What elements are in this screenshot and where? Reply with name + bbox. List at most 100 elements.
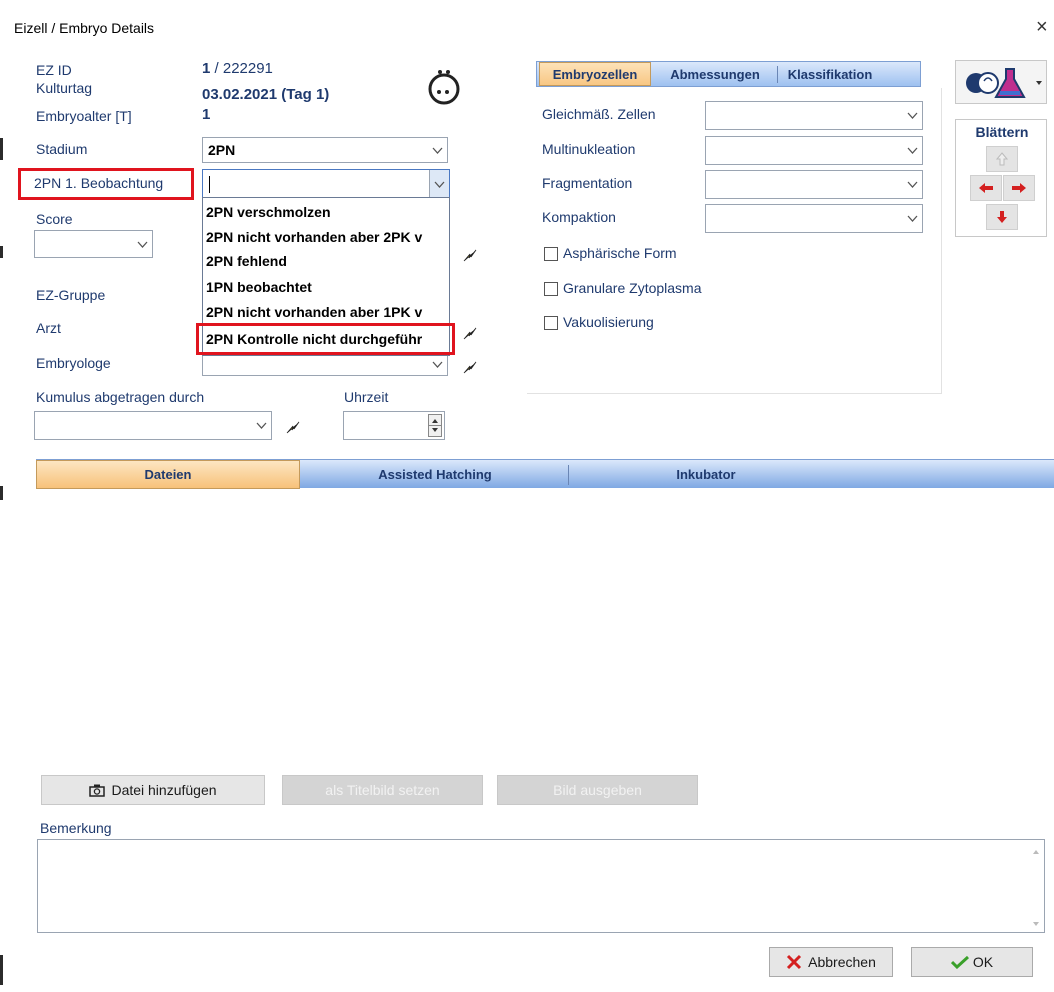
lightning-icon[interactable] [284, 418, 302, 436]
granulare-label: Granulare Zytoplasma [563, 280, 702, 296]
ez-id-rest: / 222291 [210, 60, 273, 77]
couple-icon [966, 72, 999, 94]
add-file-label: Datei hinzufügen [111, 782, 217, 798]
edge-mark [0, 138, 3, 160]
bemerkung-textarea[interactable] [37, 839, 1045, 933]
arzt-label: Arzt [36, 320, 61, 336]
stadium-label: Stadium [36, 141, 88, 157]
lightning-icon[interactable] [461, 324, 479, 342]
navigation-panel: Blättern [955, 119, 1047, 237]
asphaerische-checkbox[interactable] [544, 247, 558, 261]
kumulus-label: Kumulus abgetragen durch [36, 389, 205, 405]
bemerkung-label: Bemerkung [40, 820, 112, 836]
set-title-image-label: als Titelbild setzen [325, 782, 440, 798]
nav-right-button[interactable] [1003, 175, 1035, 201]
kulturtag-label: Kulturtag [36, 80, 93, 96]
stadium-value: 2PN [208, 142, 236, 158]
spin-arrows-icon[interactable] [429, 415, 441, 436]
flask-icon [994, 68, 1026, 98]
arrow-up-icon [996, 152, 1008, 166]
dropdown-option[interactable]: 1PN beobachtet [206, 279, 448, 295]
embryozellen-panel [527, 88, 942, 394]
edge-mark [0, 246, 3, 258]
cancel-label: Abbrechen [808, 954, 876, 970]
fragmentation-label: Fragmentation [542, 175, 633, 191]
nav-up-button[interactable] [986, 146, 1018, 172]
vakuolisierung-checkbox[interactable] [544, 316, 558, 330]
bottom-tabs: Dateien Assisted Hatching Inkubator [36, 459, 1054, 489]
embryo-tabs: Embryozellen Abmessungen Klassifikation [536, 61, 921, 87]
window-title: Eizell / Embryo Details [14, 20, 155, 36]
close-icon [787, 954, 802, 970]
kompaktion-select[interactable] [705, 204, 923, 233]
chevron-down-icon[interactable] [427, 138, 447, 162]
embryo-details-window: Eizell / Embryo Details × EZ ID 1 / 2222… [0, 0, 1054, 992]
chevron-down-icon[interactable] [429, 170, 449, 198]
scrollbar[interactable] [1030, 848, 1042, 928]
dropdown-option[interactable]: 2PN verschmolzen [206, 204, 448, 220]
arrow-down-icon [997, 211, 1007, 223]
navigation-title: Blättern [975, 124, 1029, 140]
edge-mark [0, 486, 3, 500]
ez-id-value: 1 / 222291 [202, 60, 273, 77]
tab-divider [568, 465, 569, 485]
ez-id-label: EZ ID [36, 62, 72, 78]
kompaktion-label: Kompaktion [542, 209, 616, 225]
close-icon[interactable]: × [1036, 16, 1048, 39]
multinukleation-label: Multinukleation [542, 141, 636, 157]
ok-label: OK [972, 954, 994, 970]
fragmentation-select[interactable] [705, 170, 923, 199]
tab-assisted-hatching[interactable]: Assisted Hatching [302, 460, 568, 489]
uhrzeit-input[interactable] [343, 411, 445, 440]
uhrzeit-spinner[interactable] [428, 414, 442, 437]
embryoalter-label: Embryoalter [T] [36, 108, 132, 124]
tab-divider [777, 66, 778, 83]
score-select[interactable] [34, 230, 153, 258]
lightning-icon[interactable] [461, 358, 479, 376]
chevron-down-icon[interactable] [251, 412, 271, 439]
gleichmass-select[interactable] [705, 101, 923, 130]
dropdown-option[interactable]: 2PN fehlend [206, 253, 448, 269]
nav-down-button[interactable] [986, 204, 1018, 230]
tab-abmessungen[interactable]: Abmessungen [655, 62, 775, 86]
granulare-checkbox[interactable] [544, 282, 558, 296]
ok-button[interactable]: OK [911, 947, 1033, 977]
vakuolisierung-label: Vakuolisierung [563, 314, 654, 330]
ez-gruppe-label: EZ-Gruppe [36, 287, 106, 303]
uhrzeit-label: Uhrzeit [344, 389, 389, 405]
chevron-down-icon[interactable] [902, 205, 922, 232]
score-label: Score [36, 211, 73, 227]
tab-dateien[interactable]: Dateien [36, 460, 300, 489]
highlight-box [196, 323, 455, 355]
export-image-label: Bild ausgeben [553, 782, 642, 798]
chevron-down-icon[interactable] [427, 353, 447, 375]
cancel-button[interactable]: Abbrechen [769, 947, 893, 977]
beobachtung-label: 2PN 1. Beobachtung [34, 175, 164, 191]
patient-lab-button[interactable] [955, 60, 1047, 104]
camera-icon [89, 784, 106, 797]
nav-left-button[interactable] [970, 175, 1002, 201]
chevron-down-icon [1036, 81, 1042, 85]
chevron-down-icon[interactable] [902, 137, 922, 164]
kumulus-select[interactable] [34, 411, 272, 440]
set-title-image-button[interactable]: als Titelbild setzen [282, 775, 483, 805]
arrow-left-icon [979, 183, 993, 193]
beobachtung-select[interactable] [202, 169, 450, 199]
lightning-icon[interactable] [461, 246, 479, 264]
tab-embryozellen[interactable]: Embryozellen [539, 62, 651, 86]
tab-klassifikation[interactable]: Klassifikation [779, 62, 881, 86]
embryoalter-value: 1 [202, 106, 211, 123]
multinukleation-select[interactable] [705, 136, 923, 165]
export-image-button[interactable]: Bild ausgeben [497, 775, 698, 805]
stadium-select[interactable]: 2PN [202, 137, 448, 163]
chevron-down-icon[interactable] [132, 231, 152, 257]
tab-inkubator[interactable]: Inkubator [570, 460, 842, 489]
embryologe-label: Embryologe [36, 355, 111, 371]
chevron-down-icon[interactable] [902, 102, 922, 129]
dropdown-option[interactable]: 2PN nicht vorhanden aber 1PK v [206, 304, 448, 320]
kulturtag-value: 03.02.2021 (Tag 1) [202, 86, 330, 103]
chevron-down-icon[interactable] [902, 171, 922, 198]
dropdown-option[interactable]: 2PN nicht vorhanden aber 2PK v [206, 229, 448, 245]
checkmark-icon [950, 955, 969, 969]
add-file-button[interactable]: Datei hinzufügen [41, 775, 265, 805]
